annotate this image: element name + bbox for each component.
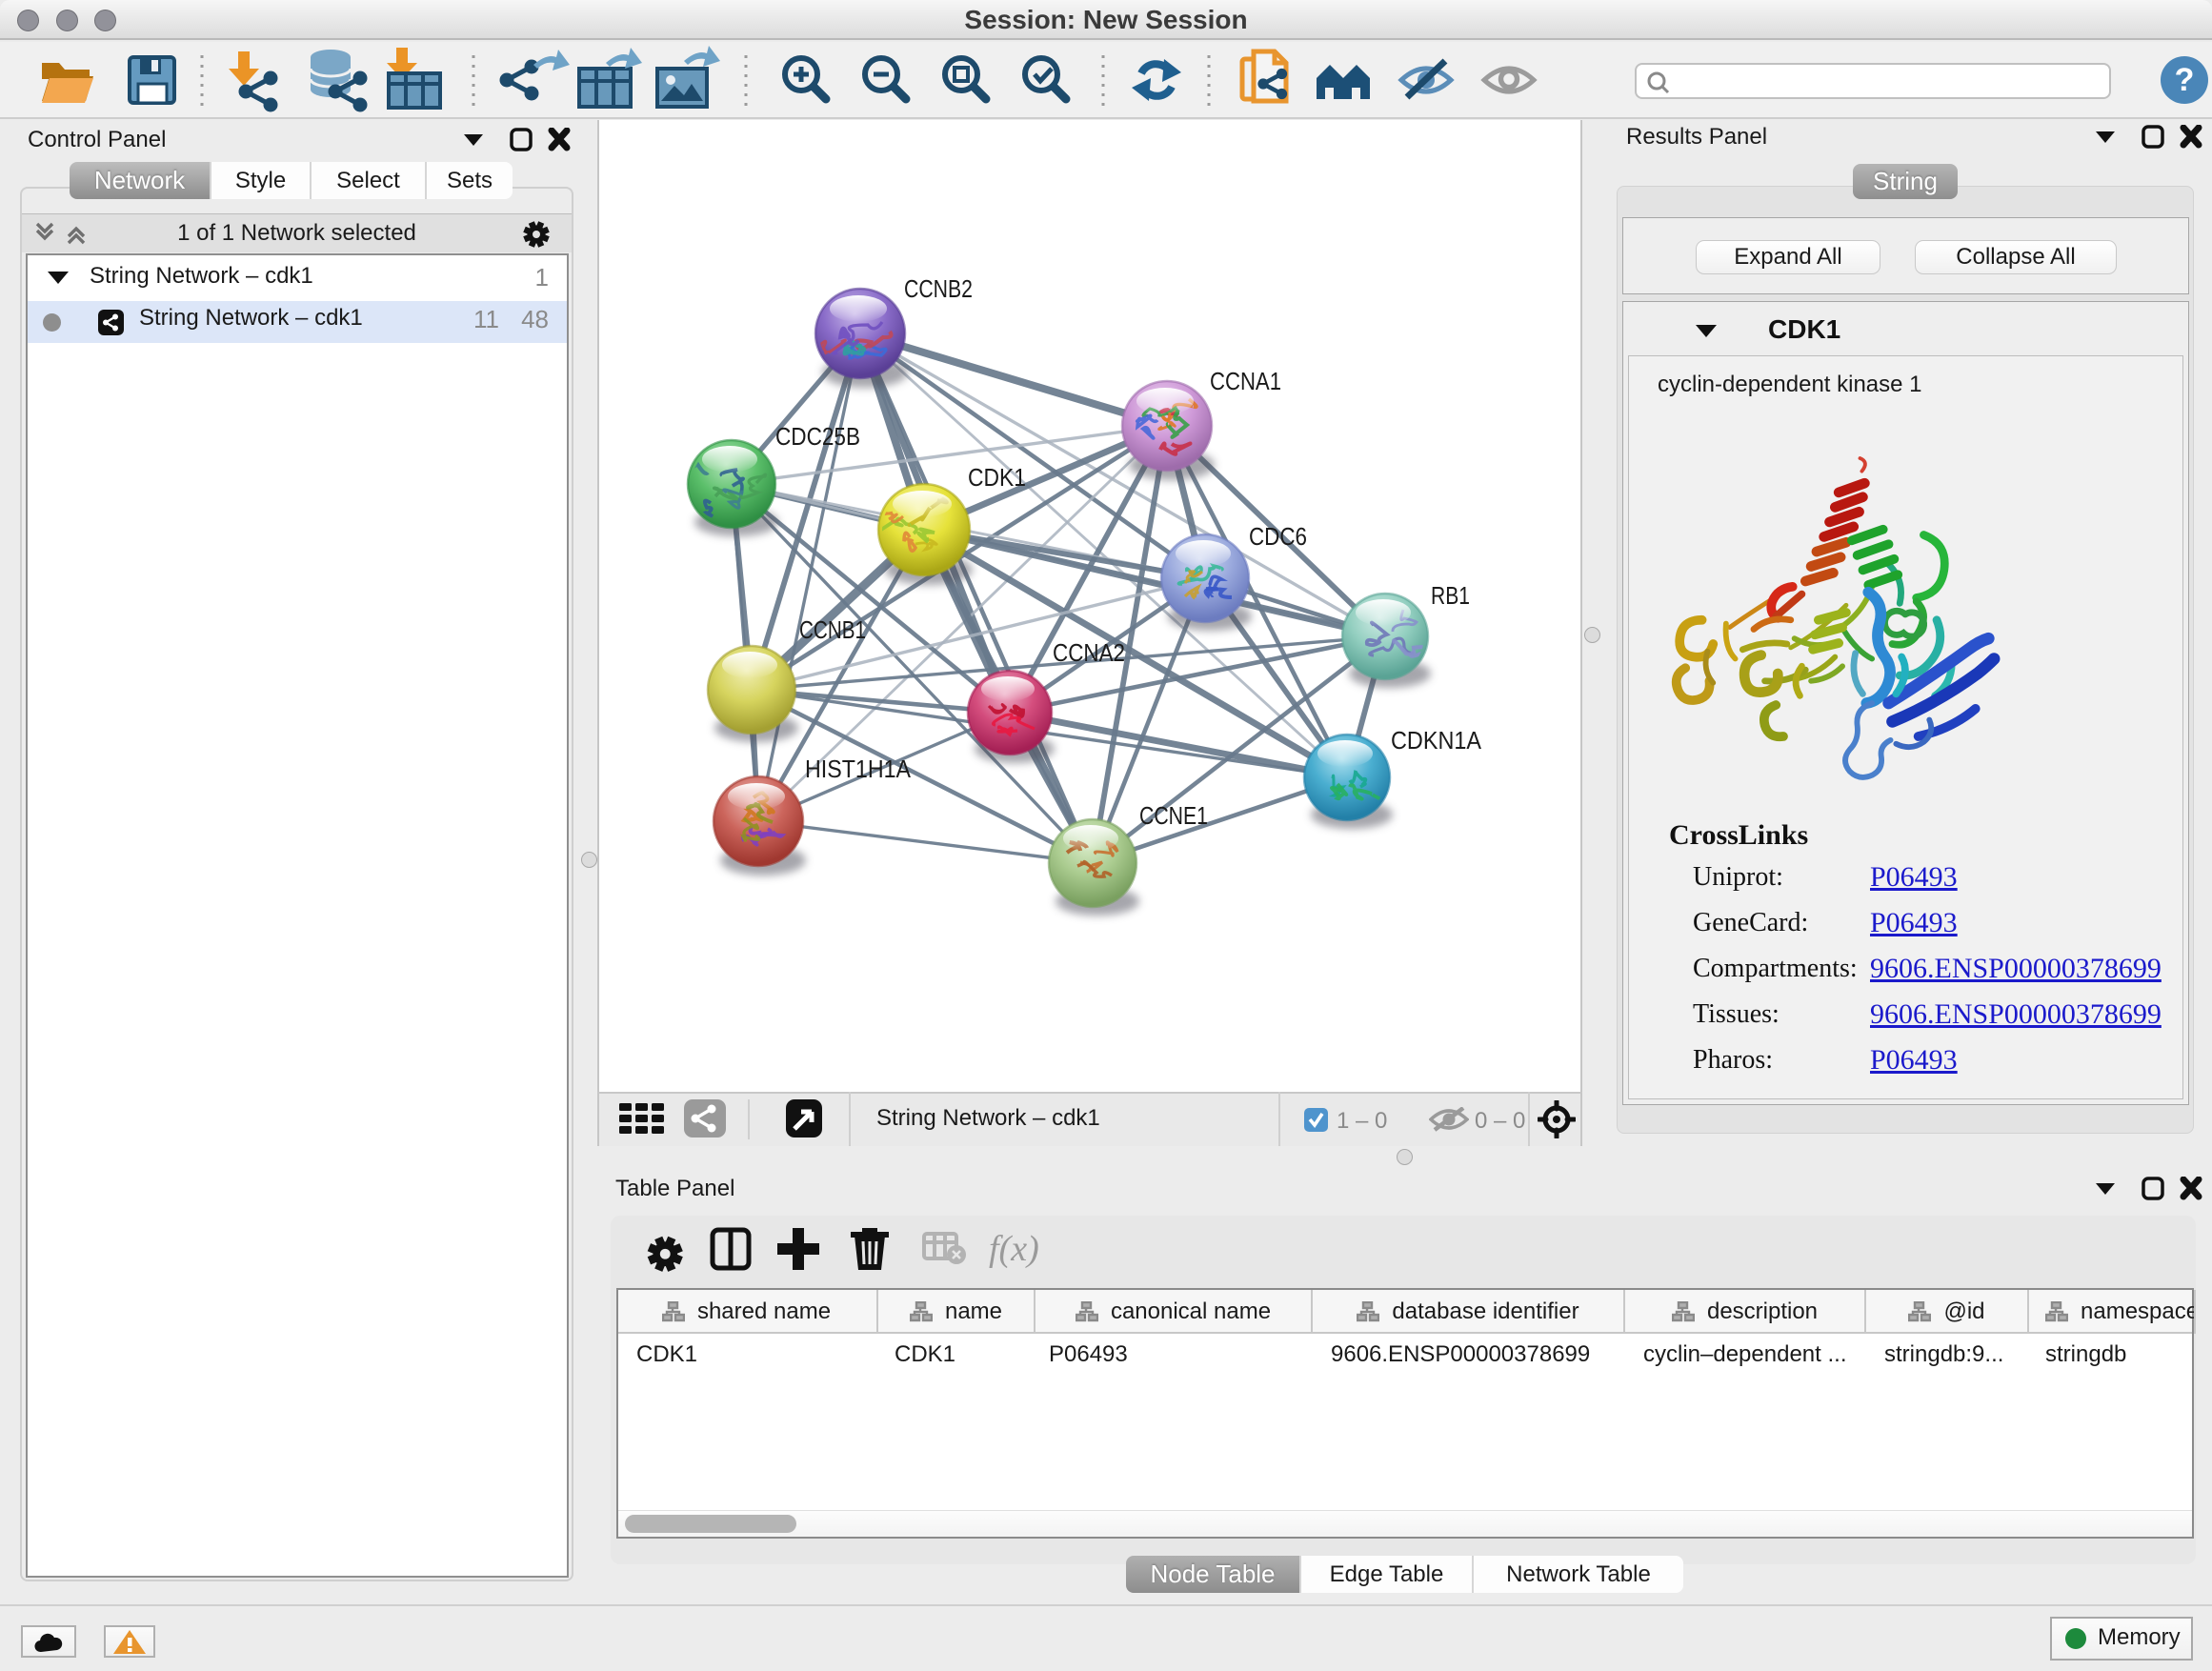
svg-text:RB1: RB1 bbox=[1431, 581, 1470, 610]
svg-text:CDC25B: CDC25B bbox=[775, 422, 860, 451]
svg-text:CCNB2: CCNB2 bbox=[904, 274, 973, 303]
svg-text:CCNE1: CCNE1 bbox=[1139, 801, 1208, 830]
svg-text:CCNA1: CCNA1 bbox=[1210, 367, 1281, 395]
svg-text:CCNB1: CCNB1 bbox=[799, 615, 866, 644]
svg-text:CDKN1A: CDKN1A bbox=[1391, 726, 1482, 755]
svg-text:HIST1H1A: HIST1H1A bbox=[805, 755, 912, 783]
svg-text:CCNA2: CCNA2 bbox=[1053, 638, 1125, 667]
svg-text:f(x): f(x) bbox=[989, 1229, 1039, 1269]
svg-text:CDK1: CDK1 bbox=[968, 463, 1026, 492]
svg-text:CDC6: CDC6 bbox=[1249, 522, 1307, 551]
